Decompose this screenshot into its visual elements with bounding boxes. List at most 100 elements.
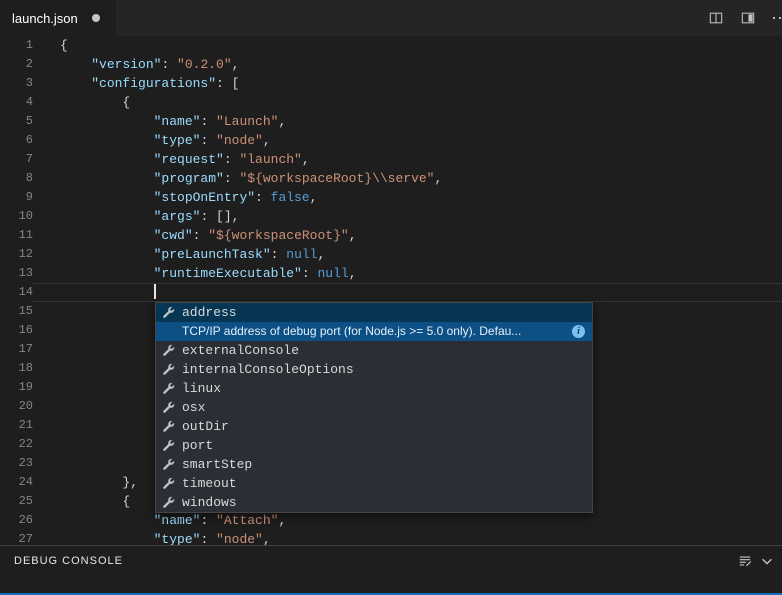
- suggest-item-linux[interactable]: linux: [156, 379, 592, 398]
- suggest-item-label: internalConsoleOptions: [182, 362, 354, 377]
- editor[interactable]: 1{2 "version": "0.2.0", 3 "configurations…: [0, 36, 782, 545]
- wrench-icon: [160, 476, 177, 492]
- panel-actions: [738, 551, 774, 571]
- wrench-icon: [160, 362, 177, 378]
- editor-tab-bar: launch.json ⋯: [0, 0, 782, 36]
- suggest-item-externalConsole[interactable]: externalConsole: [156, 341, 592, 360]
- panel-title-debug-console[interactable]: DEBUG CONSOLE: [14, 555, 123, 567]
- suggest-item-label: linux: [182, 381, 222, 396]
- suggest-list: address TCP/IP address of debug port (for…: [156, 303, 592, 512]
- suggest-item-windows[interactable]: windows: [156, 493, 592, 512]
- wrench-icon: [160, 438, 177, 454]
- line-number: 12: [18, 247, 33, 261]
- line-number: 5: [25, 114, 33, 128]
- line-content[interactable]: "version": "0.2.0",: [33, 55, 782, 74]
- code-line[interactable]: 13 "runtimeExecutable": null,: [0, 264, 782, 283]
- line-content[interactable]: "request": "launch",: [33, 150, 782, 169]
- line-content[interactable]: "program": "${workspaceRoot}\\serve",: [33, 169, 782, 188]
- code-line[interactable]: 7 "request": "launch",: [0, 150, 782, 169]
- suggest-item-address[interactable]: address: [156, 303, 592, 322]
- split-editor-icon[interactable]: [700, 0, 732, 36]
- code-line[interactable]: 6 "type": "node",: [0, 131, 782, 150]
- line-number: 25: [18, 494, 33, 508]
- suggest-item-label: outDir: [182, 419, 229, 434]
- tab-title: launch.json: [12, 10, 78, 26]
- info-icon[interactable]: i: [572, 325, 585, 338]
- suggest-item-smartStep[interactable]: smartStep: [156, 455, 592, 474]
- code-line[interactable]: 3 "configurations": [: [0, 74, 782, 93]
- line-content[interactable]: {: [33, 36, 782, 55]
- line-number: 9: [25, 190, 33, 204]
- line-number: 27: [18, 532, 33, 545]
- code-line[interactable]: 8 "program": "${workspaceRoot}\\serve",: [0, 169, 782, 188]
- suggest-item-label: windows: [182, 495, 237, 510]
- code-line[interactable]: 1{: [0, 36, 782, 55]
- line-number: 14: [18, 285, 33, 299]
- line-number: 23: [18, 456, 33, 470]
- tab-launch-json[interactable]: launch.json: [0, 0, 116, 36]
- line-number: 15: [18, 304, 33, 318]
- suggest-item-label: port: [182, 438, 214, 453]
- clear-console-icon[interactable]: [738, 551, 752, 571]
- code-line[interactable]: 26 "name": "Attach",: [0, 511, 782, 530]
- suggest-item-label: timeout: [182, 476, 237, 491]
- wrench-icon: [160, 400, 177, 416]
- line-number: 4: [25, 95, 33, 109]
- vscode-window: launch.json ⋯ 1{2 "version": "0.2.0", 3 "…: [0, 0, 782, 595]
- line-content[interactable]: "configurations": [: [33, 74, 782, 93]
- line-number: 26: [18, 513, 33, 527]
- line-number: 11: [18, 228, 33, 242]
- suggest-item-internalConsoleOptions[interactable]: internalConsoleOptions: [156, 360, 592, 379]
- line-content[interactable]: "cwd": "${workspaceRoot}",: [33, 226, 782, 245]
- line-number: 19: [18, 380, 33, 394]
- line-content[interactable]: "args": [],: [33, 207, 782, 226]
- chevron-down-icon[interactable]: [760, 551, 774, 571]
- suggest-item-port[interactable]: port: [156, 436, 592, 455]
- line-content[interactable]: "preLaunchTask": null,: [33, 245, 782, 264]
- line-content[interactable]: "runtimeExecutable": null,: [33, 264, 782, 283]
- suggest-docs-text: TCP/IP address of debug port (for Node.j…: [182, 324, 522, 338]
- suggest-item-outDir[interactable]: outDir: [156, 417, 592, 436]
- suggest-item-label: address: [182, 305, 237, 320]
- line-number: 6: [25, 133, 33, 147]
- code-line[interactable]: 4 {: [0, 93, 782, 112]
- code-line[interactable]: 9 "stopOnEntry": false,: [0, 188, 782, 207]
- line-content[interactable]: "type": "node",: [33, 131, 782, 150]
- line-number: 7: [25, 152, 33, 166]
- suggest-item-osx[interactable]: osx: [156, 398, 592, 417]
- code-line[interactable]: 10 "args": [],: [0, 207, 782, 226]
- suggest-item-label: smartStep: [182, 457, 253, 472]
- wrench-icon: [160, 343, 177, 359]
- line-content[interactable]: "stopOnEntry": false,: [33, 188, 782, 207]
- line-content[interactable]: "name": "Launch",: [33, 112, 782, 131]
- wrench-icon: [160, 305, 177, 321]
- line-number: 18: [18, 361, 33, 375]
- line-content[interactable]: [33, 283, 782, 302]
- code-line[interactable]: 14: [0, 283, 782, 302]
- line-number: 20: [18, 399, 33, 413]
- debug-console-panel: DEBUG CONSOLE: [0, 545, 782, 595]
- code-line[interactable]: 5 "name": "Launch",: [0, 112, 782, 131]
- suggest-item-label: externalConsole: [182, 343, 300, 358]
- code-line[interactable]: 2 "version": "0.2.0",: [0, 55, 782, 74]
- line-number: 13: [18, 266, 33, 280]
- line-number: 24: [18, 475, 33, 489]
- wrench-icon: [160, 457, 177, 473]
- line-number: 16: [18, 323, 33, 337]
- line-content[interactable]: "name": "Attach",: [33, 511, 782, 530]
- more-actions-icon[interactable]: ⋯: [764, 0, 782, 36]
- toggle-layout-icon[interactable]: [732, 0, 764, 36]
- line-number: 10: [18, 209, 33, 223]
- wrench-icon: [160, 419, 177, 435]
- wrench-icon: [160, 381, 177, 397]
- line-number: 22: [18, 437, 33, 451]
- code-line[interactable]: 12 "preLaunchTask": null,: [0, 245, 782, 264]
- line-number: 17: [18, 342, 33, 356]
- line-content[interactable]: {: [33, 93, 782, 112]
- suggest-item-timeout[interactable]: timeout: [156, 474, 592, 493]
- code-line[interactable]: 27 "type": "node",: [0, 530, 782, 545]
- code-line[interactable]: 11 "cwd": "${workspaceRoot}",: [0, 226, 782, 245]
- line-content[interactable]: "type": "node",: [33, 530, 782, 545]
- modified-indicator-dot[interactable]: [91, 14, 100, 22]
- line-number: 3: [25, 76, 33, 90]
